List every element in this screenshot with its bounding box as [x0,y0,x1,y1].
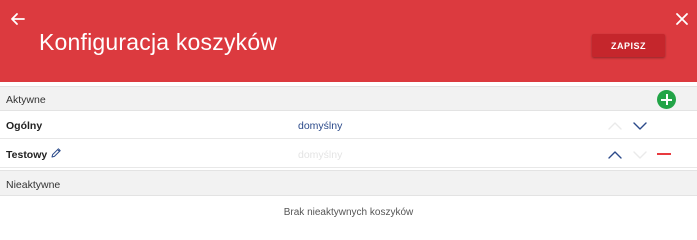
basket-row: Ogólny domyślny [0,111,697,139]
close-icon[interactable] [674,11,690,27]
inactive-section-header: Nieaktywne [0,170,697,196]
basket-name: Ogólny [6,120,43,132]
basket-row: Testowy domyślny [0,140,697,168]
basket-mode-link: domyślny [298,149,343,161]
chevron-down-icon [633,151,647,159]
inactive-section-label: Nieaktywne [6,179,61,191]
arrow-left-icon[interactable] [8,9,28,29]
plus-circle-icon[interactable] [657,90,676,109]
active-section-header: Aktywne [0,86,697,111]
page-title: Konfiguracja koszyków [39,29,278,55]
chevron-up-icon [608,122,622,130]
chevron-up-icon[interactable] [608,150,622,160]
empty-state-message: Brak nieaktywnych koszyków [283,207,414,218]
chevron-down-icon[interactable] [633,121,647,131]
active-section-label: Aktywne [6,94,46,106]
basket-mode-link[interactable]: domyślny [298,120,342,132]
remove-icon[interactable] [657,153,671,155]
save-button[interactable]: ZAPISZ [592,34,665,57]
dialog-header: Konfiguracja koszyków ZAPISZ [0,0,697,82]
basket-name: Testowy [6,149,48,161]
pencil-icon[interactable] [50,147,62,159]
